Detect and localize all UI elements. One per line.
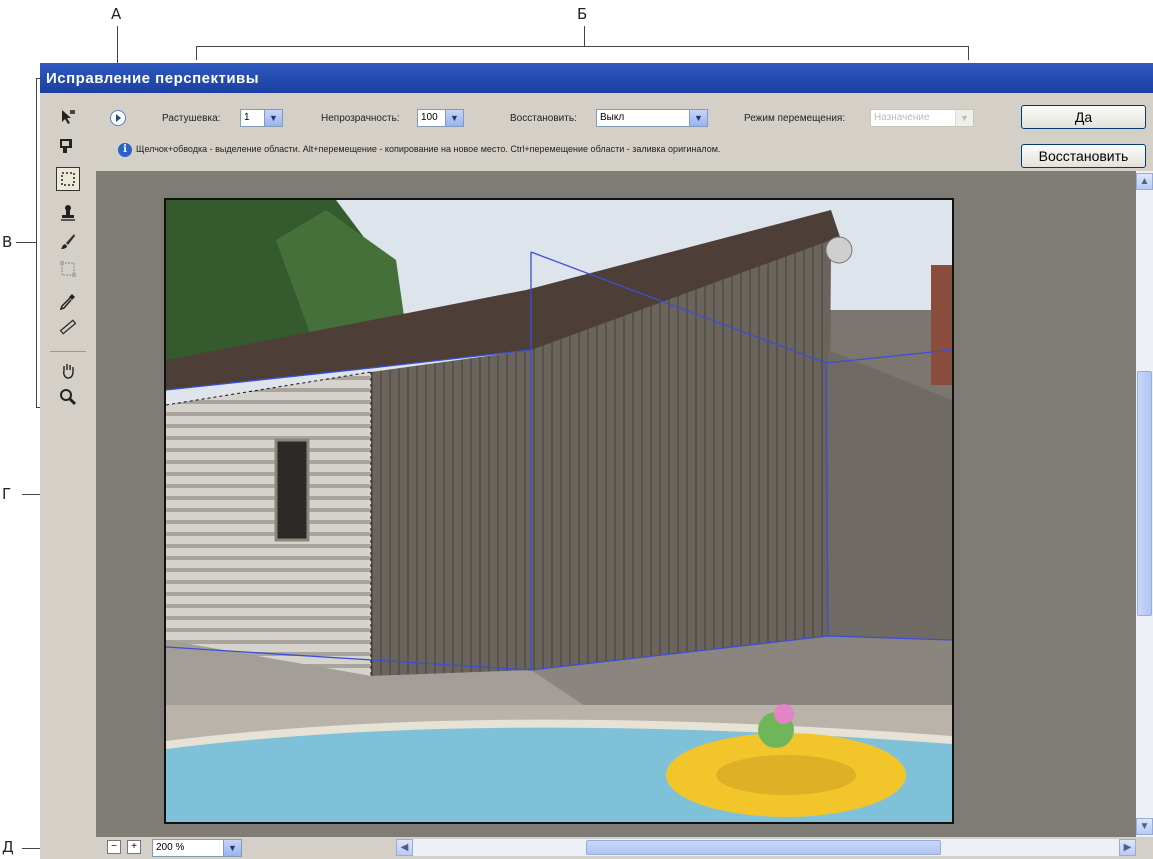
callout-b-stem: [584, 26, 585, 46]
vertical-scroll-thumb[interactable]: [1137, 371, 1152, 616]
heal-select[interactable]: Выкл ▼: [596, 109, 708, 127]
feather-label: Растушевка:: [162, 113, 221, 124]
transform-icon: [60, 261, 76, 277]
options-menu-button[interactable]: [110, 110, 126, 126]
measure-icon: [59, 319, 77, 335]
hand-icon: [63, 364, 74, 379]
dialog-title: Исправление перспективы: [46, 70, 260, 87]
horizontal-scroll-thumb[interactable]: [586, 840, 941, 855]
zoom-tool[interactable]: [56, 385, 80, 409]
transform-tool[interactable]: [56, 257, 80, 281]
zoom-select[interactable]: 200 % ▼: [152, 839, 242, 857]
horizontal-scrollbar[interactable]: ◀ ▶: [396, 839, 1136, 856]
callout-v-bracket-mid: [26, 242, 36, 243]
stamp-tool[interactable]: [56, 201, 80, 225]
scroll-up-button[interactable]: ▲: [1136, 173, 1153, 190]
reset-button[interactable]: Восстановить: [1021, 144, 1146, 168]
feather-value: 1: [244, 112, 250, 123]
callout-a: А: [111, 5, 122, 23]
callout-g: Г: [2, 485, 12, 503]
callout-d: Д: [2, 838, 14, 856]
ok-button[interactable]: Да: [1021, 105, 1146, 129]
eyedropper-icon: [59, 294, 75, 310]
chevron-down-icon: ▼: [955, 110, 973, 126]
scroll-down-button[interactable]: ▼: [1136, 818, 1153, 835]
toolbox-divider: [50, 351, 86, 352]
create-plane-tool[interactable]: [56, 133, 80, 157]
opacity-select[interactable]: 100 ▼: [417, 109, 464, 127]
zoom-in-button[interactable]: +: [127, 840, 141, 854]
perspective-dialog: Исправление перспективы Растушевка: 1 ▼ …: [40, 63, 1153, 859]
hand-tool[interactable]: [56, 359, 80, 383]
feather-select[interactable]: 1 ▼: [240, 109, 283, 127]
opacity-value: 100: [421, 112, 438, 123]
house-photo: [166, 200, 952, 822]
edit-plane-icon: [62, 110, 75, 124]
move-mode-label: Режим перемещения:: [744, 113, 846, 124]
move-mode-select[interactable]: Назначение ▼: [870, 109, 974, 127]
zoom-value: 200 %: [156, 842, 185, 853]
preview-image[interactable]: [164, 198, 954, 824]
scroll-right-button[interactable]: ▶: [1119, 839, 1136, 856]
info-icon: i: [118, 143, 132, 157]
callout-v-bracket: [36, 78, 37, 408]
create-plane-icon: [60, 139, 72, 153]
measure-tool[interactable]: [56, 315, 80, 339]
toolbox: [40, 93, 96, 859]
brush-tool[interactable]: [56, 229, 80, 253]
callout-b-bracket-left: [196, 46, 197, 60]
chevron-down-icon: ▼: [264, 110, 282, 126]
preview-canvas[interactable]: [96, 171, 1136, 837]
hint-text: Щелчок+обводка - выделение области. Alt+…: [136, 144, 721, 154]
brush-icon: [61, 234, 75, 249]
zoom-out-button[interactable]: −: [107, 840, 121, 854]
marquee-icon: [61, 172, 75, 186]
move-mode-value: Назначение: [874, 112, 930, 123]
heal-label: Восстановить:: [510, 113, 577, 124]
zoom-icon: [60, 389, 77, 406]
callout-b-bracket-right: [968, 46, 969, 60]
scroll-left-button[interactable]: ◀: [396, 839, 413, 856]
callout-v-tick: [16, 242, 26, 243]
chevron-down-icon: ▼: [689, 110, 707, 126]
title-bar[interactable]: Исправление перспективы: [40, 63, 1153, 93]
callout-b-bracket: [196, 46, 969, 47]
play-arrow-icon: [116, 114, 121, 122]
callout-v: В: [2, 233, 13, 251]
opacity-label: Непрозрачность:: [321, 113, 400, 124]
marquee-tool[interactable]: [56, 167, 80, 191]
eyedropper-tool[interactable]: [56, 289, 80, 313]
chevron-down-icon: ▼: [223, 840, 241, 856]
callout-b: Б: [577, 5, 588, 23]
bottom-bar: − + 200 % ▼ ◀ ▶: [96, 837, 1153, 859]
options-bar: Растушевка: 1 ▼ Непрозрачность: 100 ▼ Во…: [96, 93, 1153, 171]
vertical-scrollbar[interactable]: ▲ ▼: [1136, 171, 1153, 837]
heal-value: Выкл: [600, 112, 625, 123]
chevron-down-icon: ▼: [445, 110, 463, 126]
edit-plane-tool[interactable]: [56, 105, 80, 129]
stamp-icon: [61, 205, 75, 221]
